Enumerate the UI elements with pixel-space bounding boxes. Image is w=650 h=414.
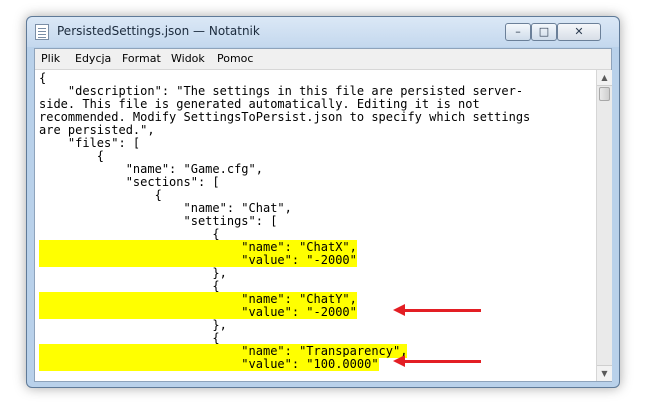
client-area: Plik Edycja Format Widok Pomoc { "descri… bbox=[34, 48, 612, 382]
menu-bar: Plik Edycja Format Widok Pomoc bbox=[35, 49, 611, 70]
code-line: { bbox=[39, 331, 220, 345]
scroll-thumb[interactable] bbox=[599, 87, 610, 101]
code-line: }, bbox=[39, 266, 227, 280]
code-line: "name": "Chat", bbox=[39, 201, 292, 215]
highlighted-line: "value": "100.0000" bbox=[39, 357, 379, 371]
menu-item-pomoc[interactable]: Pomoc bbox=[217, 52, 253, 65]
code-line: "description": "The settings in this fil… bbox=[39, 84, 524, 98]
code-line: { bbox=[39, 227, 220, 241]
menu-item-format[interactable]: Format bbox=[122, 52, 161, 65]
menu-item-widok[interactable]: Widok bbox=[171, 52, 205, 65]
document-text: { "description": "The settings in this f… bbox=[39, 72, 530, 371]
title-bar[interactable]: PersistedSettings.json — Notatnik – □ ✕ bbox=[27, 17, 619, 47]
code-line: side. This file is generated automatical… bbox=[39, 97, 480, 111]
minimize-button[interactable]: – bbox=[505, 23, 531, 41]
code-line: }, bbox=[39, 318, 227, 332]
notepad-window: PersistedSettings.json — Notatnik – □ ✕ … bbox=[26, 16, 620, 388]
vertical-scrollbar[interactable]: ▲ ▼ bbox=[596, 70, 612, 381]
code-line: "files": [ bbox=[39, 136, 141, 150]
red-arrow-icon bbox=[393, 304, 481, 316]
highlighted-line: "name": "Transparency", bbox=[39, 344, 408, 358]
text-editor[interactable]: { "description": "The settings in this f… bbox=[35, 70, 596, 381]
scroll-down-arrow-icon[interactable]: ▼ bbox=[597, 365, 612, 381]
code-line: "sections": [ bbox=[39, 175, 220, 189]
scroll-up-arrow-icon[interactable]: ▲ bbox=[597, 70, 612, 86]
code-line: { bbox=[39, 71, 47, 85]
maximize-button[interactable]: □ bbox=[531, 23, 557, 41]
code-line: { bbox=[39, 149, 105, 163]
red-arrow-icon bbox=[393, 355, 481, 367]
code-line: { bbox=[39, 279, 220, 293]
close-button[interactable]: ✕ bbox=[557, 23, 601, 41]
menu-item-plik[interactable]: Plik bbox=[41, 52, 60, 65]
code-line: { bbox=[39, 188, 162, 202]
code-line: recommended. Modify SettingsToPersist.js… bbox=[39, 110, 531, 124]
code-line: "settings": [ bbox=[39, 214, 278, 228]
highlighted-line: "value": "-2000" bbox=[39, 305, 357, 319]
highlighted-line: "name": "ChatY", bbox=[39, 292, 357, 306]
notepad-icon bbox=[35, 24, 49, 40]
code-line: "name": "Game.cfg", bbox=[39, 162, 263, 176]
menu-item-edycja[interactable]: Edycja bbox=[75, 52, 111, 65]
code-line: are persisted.", bbox=[39, 123, 155, 137]
highlighted-line: "value": "-2000" bbox=[39, 253, 357, 267]
window-title: PersistedSettings.json — Notatnik bbox=[57, 24, 260, 38]
highlighted-line: "name": "ChatX", bbox=[39, 240, 357, 254]
